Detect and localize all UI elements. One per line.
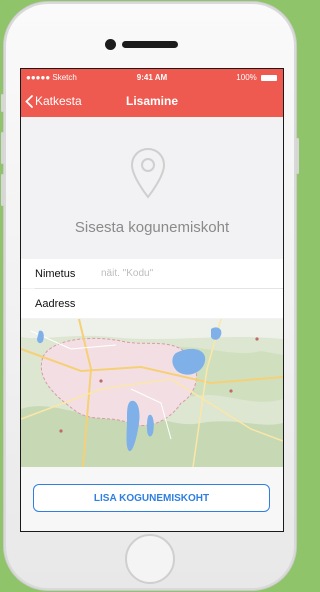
home-button[interactable]	[125, 534, 175, 584]
name-label: Nimetus	[35, 268, 76, 280]
navigation-bar: Katkesta Lisamine	[21, 85, 283, 117]
mute-switch	[1, 94, 4, 112]
speaker-grille	[122, 41, 178, 48]
screen: ●●●●● Sketch 9:41 AM 100% Katkesta Lisam…	[20, 68, 284, 532]
map-view[interactable]	[21, 319, 283, 467]
address-input[interactable]	[101, 294, 271, 312]
volume-down-button	[1, 174, 4, 206]
bottom-bar: LISA KOGUNEMISKOHT	[21, 467, 283, 531]
cancel-button[interactable]: Katkesta	[25, 94, 82, 108]
content-area: Sisesta kogunemiskoht Nimetus Aadress	[21, 117, 283, 531]
status-bar: ●●●●● Sketch 9:41 AM 100%	[21, 69, 283, 85]
address-row: Aadress	[21, 289, 283, 318]
name-row: Nimetus	[21, 259, 283, 288]
volume-up-button	[1, 132, 4, 164]
chevron-left-icon	[25, 94, 33, 108]
add-meeting-point-button[interactable]: LISA KOGUNEMISKOHT	[33, 484, 270, 512]
front-camera	[105, 39, 116, 50]
address-label: Aadress	[35, 298, 76, 310]
location-pin-icon	[130, 147, 166, 199]
phone-frame: ●●●●● Sketch 9:41 AM 100% Katkesta Lisam…	[1, 2, 299, 590]
cancel-label: Katkesta	[35, 94, 82, 108]
battery-indicator: 100%	[236, 73, 277, 82]
battery-percent: 100%	[236, 73, 257, 82]
headline: Sisesta kogunemiskoht	[74, 219, 230, 236]
power-button	[296, 138, 299, 174]
name-input[interactable]	[101, 264, 271, 282]
battery-icon	[261, 74, 277, 81]
